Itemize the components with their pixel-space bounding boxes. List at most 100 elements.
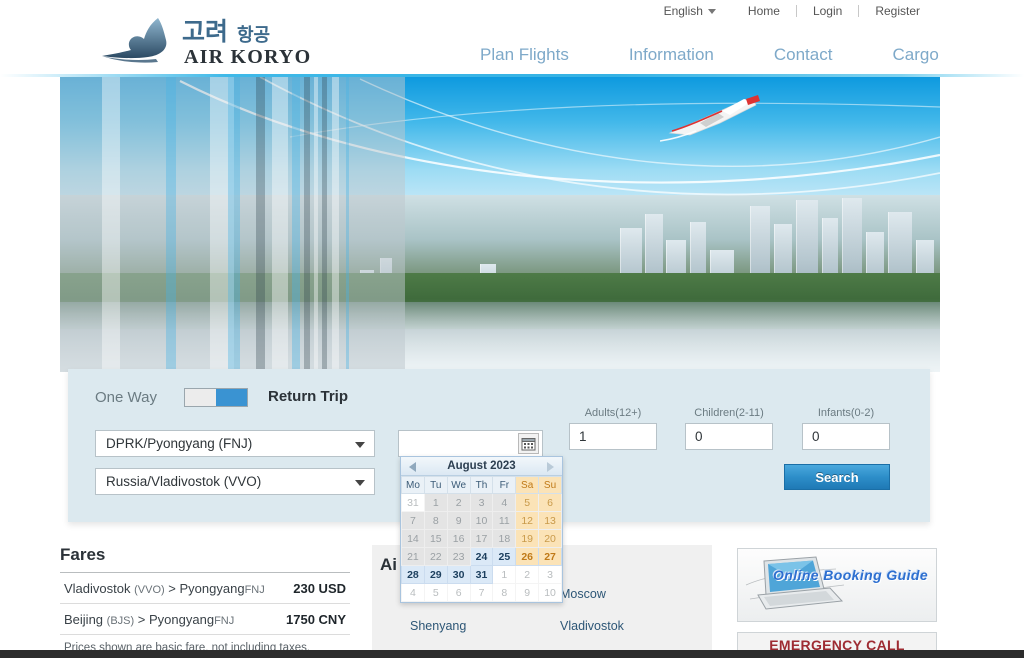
fares-section: Fares Vladivostok (VVO) > PyongyangFNJ 2… bbox=[60, 545, 350, 654]
fare-to-code: FNJ bbox=[244, 583, 265, 596]
fare-to-code: FNJ bbox=[214, 614, 235, 627]
adults-field: Adults(12+) 1 bbox=[569, 407, 657, 450]
calendar-day-cell: 2 bbox=[515, 565, 540, 584]
calendar-day-cell: 14 bbox=[401, 529, 425, 548]
route-link-vladivostok[interactable]: Vladivostok bbox=[560, 619, 710, 633]
nav-item-information[interactable]: Information bbox=[599, 45, 744, 65]
calendar-week-row: 4 5 6 7 8 9 10 bbox=[401, 583, 562, 602]
adults-select[interactable]: 1 bbox=[569, 423, 657, 450]
calendar-day-cell: 13 bbox=[538, 511, 562, 530]
weekday-su: Su bbox=[538, 476, 562, 494]
calendar-day-cell[interactable]: 26 bbox=[515, 547, 540, 566]
fare-amount: 1750 CNY bbox=[286, 611, 346, 627]
departure-date-input[interactable] bbox=[398, 430, 543, 457]
online-booking-guide-banner[interactable]: Online Booking Guide bbox=[737, 548, 937, 622]
fare-from-code: (VVO) bbox=[134, 583, 165, 596]
origin-select[interactable]: DPRK/Pyongyang (FNJ) bbox=[95, 430, 375, 457]
fare-separator: > bbox=[137, 611, 146, 627]
calendar-day-cell[interactable]: 28 bbox=[401, 565, 425, 584]
children-field: Children(2-11) 0 bbox=[685, 407, 773, 450]
calendar-day-cell[interactable]: 29 bbox=[423, 565, 448, 584]
prev-month-button[interactable] bbox=[409, 462, 416, 472]
calendar-day-cell: 15 bbox=[423, 529, 448, 548]
adults-label: Adults(12+) bbox=[584, 407, 642, 419]
calendar-icon[interactable] bbox=[518, 433, 539, 454]
route-link-moscow[interactable]: Moscow bbox=[560, 587, 710, 601]
calendar-day-cell[interactable]: 31 bbox=[469, 565, 494, 584]
nav-item-cargo[interactable]: Cargo bbox=[862, 45, 968, 65]
hero-banner bbox=[60, 77, 940, 372]
calendar-day-cell: 31 bbox=[401, 493, 425, 512]
calendar-day-cell: 5 bbox=[423, 583, 448, 602]
calendar-day-cell: 23 bbox=[446, 547, 471, 566]
chevron-down-icon bbox=[355, 441, 365, 448]
fare-from-city: Vladivostok bbox=[64, 580, 131, 596]
destination-select[interactable]: Russia/Vladivostok (VVO) bbox=[95, 468, 375, 495]
calendar-week-row: 28 29 30 31 1 2 3 bbox=[401, 565, 562, 584]
fare-row[interactable]: Beijing (BJS) > PyongyangFNJ 1750 CNY bbox=[60, 604, 350, 635]
calendar-week-row: 31 1 2 3 4 5 6 bbox=[401, 493, 562, 512]
calendar-day-cell: 19 bbox=[515, 529, 540, 548]
calendar-week-row: 14 15 16 17 18 19 20 bbox=[401, 529, 562, 548]
return-trip-label[interactable]: Return Trip bbox=[268, 388, 348, 405]
date-picker-header: August 2023 bbox=[401, 457, 562, 476]
adults-value: 1 bbox=[579, 429, 587, 444]
calendar-day-cell[interactable]: 25 bbox=[492, 547, 517, 566]
svg-text:AIR KORYO: AIR KORYO bbox=[184, 46, 311, 68]
calendar-day-cell: 8 bbox=[492, 583, 517, 602]
infants-field: Infants(0-2) 0 bbox=[802, 407, 890, 450]
calendar-day-cell: 6 bbox=[538, 493, 562, 512]
calendar-day-cell: 17 bbox=[469, 529, 494, 548]
calendar-day-cell: 18 bbox=[492, 529, 517, 548]
routes-right-column: Moscow Vladivostok Berlin bbox=[560, 587, 710, 658]
calendar-day-cell[interactable]: 24 bbox=[469, 547, 494, 566]
weekday-fr: Fr bbox=[492, 476, 517, 494]
weekday-header-row: Mo Tu We Th Fr Sa Su bbox=[401, 476, 562, 494]
nav-item-plan-flights[interactable]: Plan Flights bbox=[450, 45, 599, 65]
calendar-day-cell: 4 bbox=[492, 493, 517, 512]
calendar-day-cell[interactable]: 30 bbox=[446, 565, 471, 584]
infants-value: 0 bbox=[812, 429, 820, 444]
weekday-sa: Sa bbox=[515, 476, 540, 494]
calendar-day-cell: 1 bbox=[492, 565, 517, 584]
calendar-week-row: 7 8 9 10 11 12 13 bbox=[401, 511, 562, 530]
calendar-day-cell: 21 bbox=[401, 547, 425, 566]
calendar-day-cell: 11 bbox=[492, 511, 517, 530]
children-select[interactable]: 0 bbox=[685, 423, 773, 450]
main-navigation: Plan Flights Information Contact Cargo bbox=[450, 45, 969, 65]
calendar-day-cell: 2 bbox=[446, 493, 471, 512]
infants-label: Infants(0-2) bbox=[817, 407, 875, 419]
infants-select[interactable]: 0 bbox=[802, 423, 890, 450]
destination-value: Russia/Vladivostok (VVO) bbox=[106, 474, 262, 489]
site-logo[interactable]: 고려 항공 AIR KORYO bbox=[100, 14, 330, 68]
calendar-day-cell[interactable]: 27 bbox=[538, 547, 562, 566]
fare-row[interactable]: Vladivostok (VVO) > PyongyangFNJ 230 USD bbox=[60, 573, 350, 604]
toggle-on-half bbox=[216, 389, 247, 406]
next-month-button[interactable] bbox=[547, 462, 554, 472]
origin-value: DPRK/Pyongyang (FNJ) bbox=[106, 436, 253, 451]
trip-type-toggle[interactable] bbox=[184, 388, 248, 407]
calendar-day-cell: 10 bbox=[538, 583, 562, 602]
fare-route: Vladivostok (VVO) > PyongyangFNJ bbox=[60, 581, 265, 596]
calendar-body: 31 1 2 3 4 5 6 7 8 9 10 11 12 13 14 15 16 17 18 19 20 21 22 23 2… bbox=[401, 493, 562, 602]
nav-item-contact[interactable]: Contact bbox=[744, 45, 863, 65]
page-root: English Home Login Register 고려 항공 AIR KO… bbox=[0, 0, 1024, 658]
month-year-label: August 2023 bbox=[447, 460, 516, 472]
fare-separator: > bbox=[168, 580, 176, 596]
calendar-day-cell: 16 bbox=[446, 529, 471, 548]
date-picker-popup: August 2023 Mo Tu We Th Fr Sa Su 31 1 2 3 4 5… bbox=[400, 456, 563, 603]
calendar-day-cell: 3 bbox=[469, 493, 494, 512]
weekday-tu: Tu bbox=[423, 476, 448, 494]
fare-from-city: Beijing bbox=[64, 611, 104, 627]
calendar-day-cell: 3 bbox=[538, 565, 562, 584]
search-button[interactable]: Search bbox=[784, 464, 890, 490]
route-link-shenyang[interactable]: Shenyang bbox=[410, 619, 560, 633]
children-label: Children(2-11) bbox=[694, 407, 764, 419]
fare-amount: 230 USD bbox=[293, 580, 346, 596]
one-way-label[interactable]: One Way bbox=[95, 389, 157, 406]
calendar-day-cell: 8 bbox=[423, 511, 448, 530]
fare-route: Beijing (BJS) > PyongyangFNJ bbox=[60, 612, 234, 627]
calendar-grid: Mo Tu We Th Fr Sa Su 31 1 2 3 4 5 6 7 8 9 10 11 12 13… bbox=[401, 476, 562, 602]
weekday-we: We bbox=[446, 476, 471, 494]
calendar-day-cell: 22 bbox=[423, 547, 448, 566]
